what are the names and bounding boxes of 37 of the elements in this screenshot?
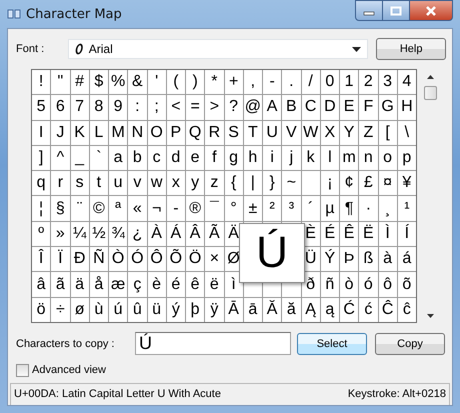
character-cell[interactable]: i [270, 149, 274, 168]
caret-icon [352, 46, 362, 52]
font-type-icon [74, 43, 84, 55]
character-cell[interactable]: ] [38, 149, 44, 168]
character-cell[interactable]: l [328, 149, 332, 168]
scroll-down-icon [427, 314, 434, 318]
close-icon [424, 4, 438, 16]
copy-button[interactable]: Copy [375, 332, 445, 355]
advanced-view-label: Advanced view [32, 364, 106, 376]
help-button[interactable]: Help [376, 38, 446, 60]
character-cell[interactable]: ' [155, 73, 158, 92]
advanced-view-checkbox[interactable] [16, 364, 29, 377]
font-label: Font : [15, 43, 46, 55]
minimize-button[interactable] [355, 0, 383, 21]
character-cell[interactable]: f [212, 149, 217, 168]
character-cell[interactable]: : [135, 98, 140, 116]
character-cell[interactable]: ; [154, 98, 159, 116]
magnified-character-tooltip: Ú [239, 223, 305, 283]
app-icon [7, 8, 21, 20]
scroll-thumb[interactable] [424, 86, 437, 100]
scroll-up-icon [427, 75, 434, 79]
characters-to-copy-label: Characters to copy : [15, 338, 116, 350]
close-button[interactable] [410, 0, 453, 21]
character-cell[interactable]: j [290, 149, 294, 168]
select-button[interactable]: Select [297, 332, 367, 355]
character-cell[interactable]: Í [404, 224, 410, 243]
character-cell[interactable]: ì [231, 276, 236, 294]
character-cell[interactable]: | [250, 174, 255, 192]
character-cell[interactable]: ¦ [39, 200, 44, 218]
font-dropdown[interactable]: Arial [68, 39, 368, 59]
character-description: U+00DA: Latin Capital Letter U With Acute [14, 388, 221, 400]
maximize-button[interactable] [383, 0, 410, 21]
maximize-icon [390, 6, 402, 16]
keystroke-text: Keystroke: Alt+0218 [348, 388, 446, 400]
window-title: Character Map [26, 6, 122, 22]
characters-to-copy-field[interactable]: Ú [135, 332, 291, 356]
character-cell[interactable]: Ì [385, 224, 390, 243]
